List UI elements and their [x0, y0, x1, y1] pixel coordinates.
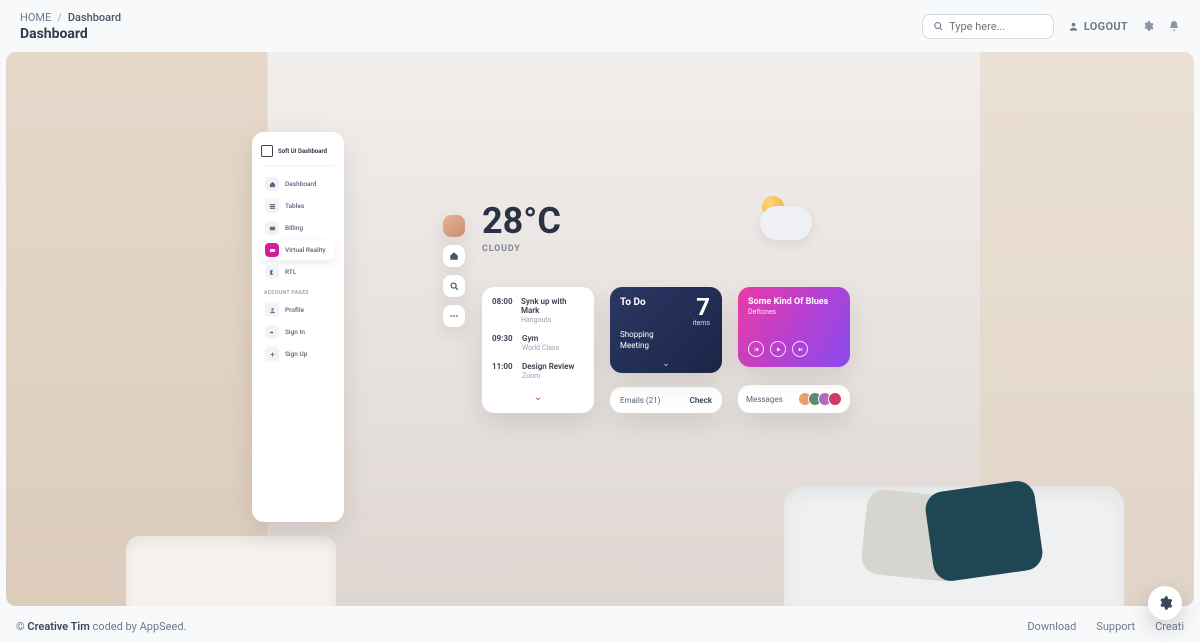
sidebar-item-rtl[interactable]: RTL	[261, 262, 335, 282]
bell-icon[interactable]	[1168, 17, 1180, 36]
brand-label: Soft UI Dashboard	[278, 148, 327, 155]
settings-fab[interactable]	[1148, 586, 1182, 620]
event-title: Gym	[522, 334, 559, 343]
sidebar-item-billing[interactable]: Billing	[261, 218, 335, 238]
sidebar-item-label: Dashboard	[285, 180, 316, 188]
sidebar-item-profile[interactable]: Profile	[261, 300, 335, 320]
sidebar-brand[interactable]: Soft UI Dashboard	[261, 142, 335, 166]
footer: © Creative Tim coded by AppSeed. Downloa…	[0, 610, 1200, 642]
prev-button[interactable]	[748, 341, 764, 357]
sidebar-item-label: Sign In	[285, 328, 305, 336]
search-icon	[933, 20, 943, 32]
mini-toolbar	[443, 215, 465, 327]
chevron-down-icon[interactable]: ⌄	[662, 359, 670, 369]
avatar-stack	[802, 392, 842, 406]
brand-logo-icon	[261, 145, 273, 157]
home-button[interactable]	[443, 245, 465, 267]
logout-label: LOGOUT	[1084, 20, 1128, 33]
sidebar-item-signin[interactable]: Sign In	[261, 322, 335, 342]
sidebar-account-header: ACCOUNT PAGES	[264, 290, 335, 296]
sidebar-item-label: Sign Up	[285, 350, 307, 358]
chevron-down-icon[interactable]: ⌄	[492, 390, 584, 403]
sidebar-item-label: RTL	[285, 268, 296, 276]
emails-action[interactable]: Check	[690, 396, 712, 405]
music-column: Some Kind Of Blues Deftones Messages	[738, 287, 850, 413]
weather-block: 28°C CLOUDY	[482, 200, 561, 254]
avatar[interactable]	[443, 215, 465, 237]
sidebar-item-vr[interactable]: Virtual Reality	[261, 240, 335, 260]
todo-count: 7	[696, 293, 710, 321]
footer-link[interactable]: Download	[1027, 620, 1076, 633]
pillow-graphic	[923, 479, 1044, 583]
event-sub: Zoom	[522, 372, 574, 380]
page-title: Dashboard	[20, 26, 121, 42]
todo-items-label: items	[693, 319, 710, 327]
play-button[interactable]	[770, 341, 786, 357]
table-icon	[265, 199, 279, 213]
signup-icon	[265, 347, 279, 361]
search-input[interactable]	[949, 20, 1043, 33]
weather-label: CLOUDY	[482, 244, 561, 254]
rtl-icon	[265, 265, 279, 279]
todo-column: To Do 7 items Shopping Meeting ⌄ Emails …	[610, 287, 722, 413]
messages-label: Messages	[746, 395, 783, 404]
sidebar-item-label: Profile	[285, 306, 304, 314]
footer-brand-link[interactable]: Creative Tim	[27, 620, 89, 633]
avatar	[828, 392, 842, 406]
footer-link[interactable]: Support	[1096, 620, 1135, 633]
topbar: HOME / Dashboard Dashboard LOGOUT	[0, 0, 1200, 52]
breadcrumb-home[interactable]: HOME	[20, 11, 51, 24]
weather-icon	[760, 206, 812, 240]
signin-icon	[265, 325, 279, 339]
breadcrumb-current: Dashboard	[68, 11, 121, 24]
gear-icon	[1157, 595, 1173, 611]
next-button[interactable]	[792, 341, 808, 357]
sidebar-item-label: Virtual Reality	[285, 246, 326, 254]
music-artist: Deftones	[748, 308, 840, 316]
card-row: 08:00 Synk up with MarkHangouts 09:30 Gy…	[482, 287, 850, 413]
emails-card[interactable]: Emails (21) Check	[610, 387, 722, 413]
profile-icon	[265, 303, 279, 317]
event-sub: Hangouts	[521, 316, 584, 324]
sidebar-item-dashboard[interactable]: Dashboard	[261, 174, 335, 194]
todo-meeting: Shopping Meeting	[620, 330, 654, 351]
emails-label: Emails (21)	[620, 396, 660, 405]
more-button[interactable]	[443, 305, 465, 327]
table-graphic	[126, 536, 336, 606]
card-icon	[265, 221, 279, 235]
weather-temp: 28°C	[482, 200, 561, 242]
event-title: Synk up with Mark	[521, 297, 584, 315]
event-time: 11:00	[492, 362, 514, 380]
event-sub: World Class	[522, 344, 559, 352]
vr-icon	[265, 243, 279, 257]
sidebar: Soft UI Dashboard Dashboard Tables Billi…	[252, 132, 344, 522]
music-title: Some Kind Of Blues	[748, 297, 840, 307]
schedule-card: 08:00 Synk up with MarkHangouts 09:30 Gy…	[482, 287, 594, 413]
sidebar-item-tables[interactable]: Tables	[261, 196, 335, 216]
search-box[interactable]	[922, 14, 1054, 39]
sidebar-item-label: Tables	[285, 202, 304, 210]
event-title: Design Review	[522, 362, 574, 371]
user-icon	[1068, 21, 1079, 32]
breadcrumb: HOME / Dashboard Dashboard	[20, 11, 121, 42]
search-button[interactable]	[443, 275, 465, 297]
music-card: Some Kind Of Blues Deftones	[738, 287, 850, 367]
footer-copy: © Creative Tim coded by AppSeed.	[16, 620, 186, 633]
home-icon	[265, 177, 279, 191]
sidebar-item-signup[interactable]: Sign Up	[261, 344, 335, 364]
footer-link[interactable]: Creati	[1155, 620, 1184, 633]
gear-icon[interactable]	[1142, 17, 1154, 36]
schedule-event[interactable]: 09:30 GymWorld Class	[492, 334, 584, 352]
schedule-event[interactable]: 11:00 Design ReviewZoom	[492, 362, 584, 380]
event-time: 08:00	[492, 297, 513, 324]
logout-link[interactable]: LOGOUT	[1068, 20, 1128, 33]
schedule-event[interactable]: 08:00 Synk up with MarkHangouts	[492, 297, 584, 324]
sidebar-item-label: Billing	[285, 224, 303, 232]
messages-card[interactable]: Messages	[738, 385, 850, 413]
event-time: 09:30	[492, 334, 514, 352]
breadcrumb-sep: /	[57, 11, 62, 24]
todo-card[interactable]: To Do 7 items Shopping Meeting ⌄	[610, 287, 722, 373]
